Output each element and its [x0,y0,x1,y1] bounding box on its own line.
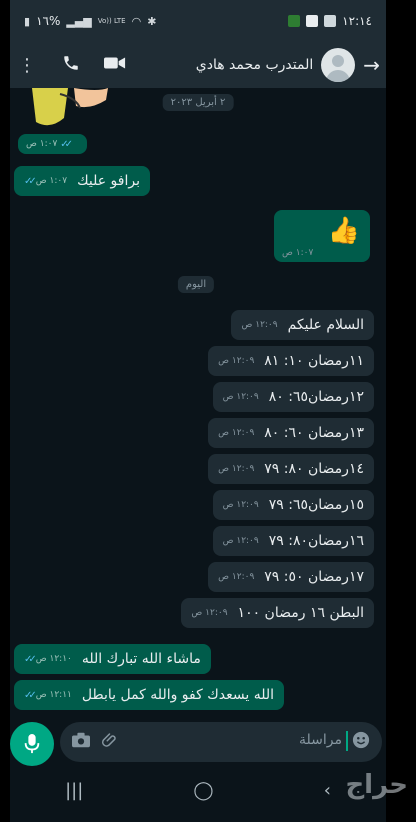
emoji-bubble[interactable]: 👍 ١:٠٧ ص [274,210,370,262]
message-text: الله يسعدك كفو والله كمل يابطل [81,687,275,703]
read-ticks-icon: ✓✓ [60,138,73,150]
battery-icon: ▮ [24,14,31,28]
read-ticks-icon: ✓✓ [24,689,37,701]
message-bubble[interactable]: ١٢رمضان٦٥: ٨٠ ١٢:٠٩ ص [212,382,374,412]
system-nav-bar: ||| ◯ ‹ [10,768,386,812]
back-icon[interactable]: ‹ [324,780,331,801]
message-bubble[interactable]: ١١رمضان ١٠: ٨١ ١٢:٠٩ ص [208,346,374,376]
message-time: ١:٠٧ ص [282,248,314,258]
status-bar: ▮ ١٦% ▂▄▆ Vo)) LTE ◠ ✱ ١٢:١٤ [10,0,386,42]
message-bubble[interactable]: ١٣رمضان ٦٠: ٨٠ ١٢:٠٩ ص [208,418,374,448]
header-contact[interactable]: → المتدرب محمد هادي [196,48,380,82]
phone-icon[interactable] [60,54,82,77]
youtube-icon [306,15,319,27]
network-label: Vo)) LTE [97,17,126,25]
emoji-icon[interactable] [350,731,372,753]
sticker-image[interactable] [20,88,112,134]
message-bubble[interactable]: برافو عليك ١:٠٧ ص ✓✓ [14,166,150,196]
message-list[interactable]: ✓✓ ١:٠٧ ص ٢ أبريل ٢٠٢٣ برافو عليك ١:٠٧ ص… [10,88,386,720]
gallery-icon [324,15,337,27]
message-text: ١٢رمضان٦٥: ٨٠ [268,389,364,405]
attach-icon[interactable] [100,731,122,753]
home-icon[interactable]: ◯ [193,780,213,801]
thumbs-up-icon: 👍 [327,216,360,246]
message-time: ١٢:١٠ ص ✓✓ [24,653,72,665]
camera-icon[interactable] [70,732,92,752]
read-ticks-icon: ✓✓ [24,653,37,665]
mic-icon [24,734,40,754]
message-time: ١٢:١١ ص ✓✓ [24,689,72,701]
date-chip-today: اليوم [177,276,215,293]
message-time: ١٢:٠٩ ص [191,608,228,618]
message-time: ١٢:٠٩ ص [218,356,255,366]
message-time: ١٢:٠٩ ص [218,572,255,582]
message-time: ١٢:٠٩ ص [241,320,278,330]
status-left: ▮ ١٦% ▂▄▆ Vo)) LTE ◠ ✱ [24,14,156,28]
signal-icon: ▂▄▆ [66,14,92,28]
menu-icon[interactable]: ⋮ [16,55,38,76]
message-text: ١٧رمضان ٥٠: ٧٩ [264,569,364,585]
message-bubble[interactable]: ١٤رمضان ٨٠: ٧٩ ١٢:٠٩ ص [208,454,374,484]
sticker-meta: ✓✓ ١:٠٧ ص [18,134,88,154]
battery-level: ١٦% [36,14,61,28]
video-icon[interactable] [104,55,126,76]
message-text: السلام عليكم [287,317,364,333]
mic-button[interactable] [10,722,54,766]
contact-name[interactable]: المتدرب محمد هادي [196,57,313,73]
chat-header: ⋮ → المتدرب محمد هادي [10,42,386,88]
message-bubble[interactable]: الله يسعدك كفو والله كمل يابطل ١٢:١١ ص ✓… [14,680,285,710]
message-bubble[interactable]: البطن ١٦ رمضان ١٠٠ ١٢:٠٩ ص [181,598,374,628]
message-bubble[interactable]: ماشاء الله تبارك الله ١٢:١٠ ص ✓✓ [14,644,211,674]
message-time: ١٢:٠٩ ص [222,392,259,402]
message-text: ١٦رمضان٨٠: ٧٩ [268,533,364,549]
message-bubble[interactable]: ١٧رمضان ٥٠: ٧٩ ١٢:٠٩ ص [208,562,374,592]
back-arrow-icon[interactable]: → [363,53,380,77]
bluetooth-icon: ✱ [147,14,157,28]
message-text: برافو عليك [77,173,140,189]
wifi-icon: ◠ [131,14,142,28]
message-time: ١٢:٠٩ ص [222,500,259,510]
message-text: ماشاء الله تبارك الله [81,651,201,667]
message-text: ١٤رمضان ٨٠: ٧٩ [264,461,364,477]
watermark-logo: حراج [345,770,408,800]
message-bubble[interactable]: ١٥رمضان٦٥: ٧٩ ١٢:٠٩ ص [212,490,374,520]
text-caret [346,731,348,751]
app-icon [288,15,301,27]
message-text: البطن ١٦ رمضان ١٠٠ [237,605,364,621]
message-time: ١٢:٠٩ ص [222,536,259,546]
status-right: ١٢:١٤ [288,14,372,28]
message-input-bar[interactable]: مراسلة [60,722,382,762]
message-text: ١١رمضان ١٠: ٨١ [264,353,364,369]
avatar[interactable] [321,48,356,82]
date-chip: ٢ أبريل ٢٠٢٣ [162,94,234,111]
message-time: ١٢:٠٩ ص [218,464,255,474]
message-input[interactable]: مراسلة [299,732,342,748]
header-actions: ⋮ [10,54,126,77]
read-ticks-icon: ✓✓ [24,175,37,187]
message-bubble[interactable]: السلام عليكم ١٢:٠٩ ص [231,310,374,340]
clock: ١٢:١٤ [342,14,372,28]
message-text: ١٥رمضان٦٥: ٧٩ [268,497,364,513]
message-text: ١٣رمضان ٦٠: ٨٠ [264,425,364,441]
recents-icon[interactable]: ||| [65,780,83,801]
message-bubble[interactable]: ١٦رمضان٨٠: ٧٩ ١٢:٠٩ ص [212,526,374,556]
chat-screen: ▮ ١٦% ▂▄▆ Vo)) LTE ◠ ✱ ١٢:١٤ ⋮ → المتدرب… [10,0,386,822]
message-time: ١٢:٠٩ ص [218,428,255,438]
message-time: ١:٠٧ ص ✓✓ [24,175,68,187]
message-time: ✓✓ ١:٠٧ ص [26,138,73,150]
